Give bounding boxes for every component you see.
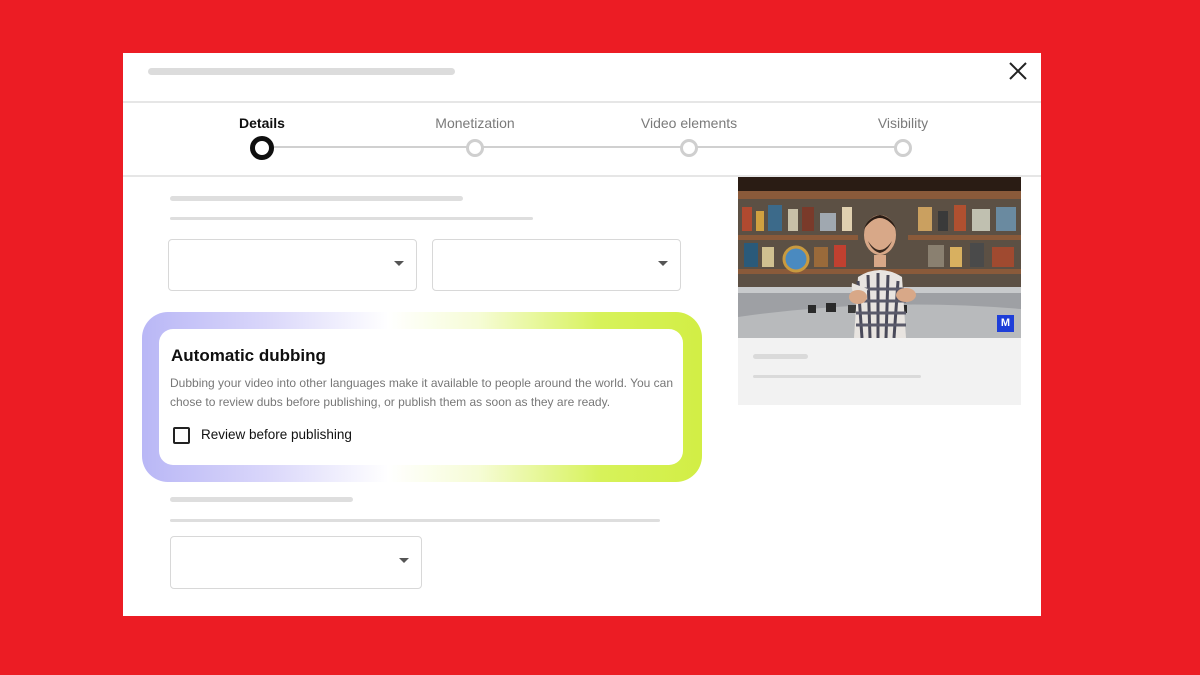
stepper: Details Monetization Video elements Visi… [123,103,1041,177]
channel-badge: M [997,315,1014,332]
field-label-placeholder [170,497,353,502]
dubbing-title: Automatic dubbing [171,346,326,365]
video-link-placeholder [753,375,921,378]
step-label: Visibility [877,115,929,131]
field-hint-placeholder [170,519,660,522]
dropdown-select-2[interactable] [432,239,681,291]
dropdown-select-3[interactable] [170,536,422,589]
step-label: Video elements [640,115,738,131]
dubbing-description: Dubbing your video into other languages … [170,376,674,409]
chevron-down-icon [399,558,409,563]
review-checkbox[interactable] [173,427,190,444]
step-label: Monetization [435,115,515,131]
chevron-down-icon [658,261,668,266]
field-label-placeholder [170,196,463,201]
upload-dialog: Details Monetization Video elements Visi… [123,53,1041,616]
step-label: Details [239,115,285,131]
thumbnail-image [738,177,1021,338]
step-indicator [466,139,484,157]
video-preview-panel: M [738,177,1021,405]
dropdown-select-1[interactable] [168,239,417,291]
review-checkbox-label: Review before publishing [201,427,352,442]
video-thumbnail[interactable] [738,177,1021,338]
step-indicator [894,139,912,157]
close-button[interactable] [1005,58,1031,84]
title-placeholder [148,68,455,75]
video-title-placeholder [753,354,808,359]
stepper-track [261,146,903,148]
step-indicator-active [250,136,274,160]
field-hint-placeholder [170,217,533,220]
close-icon [1009,62,1027,80]
automatic-dubbing-card: Automatic dubbing Dubbing your video int… [159,329,683,465]
dialog-header [123,53,1041,103]
chevron-down-icon [394,261,404,266]
step-indicator [680,139,698,157]
